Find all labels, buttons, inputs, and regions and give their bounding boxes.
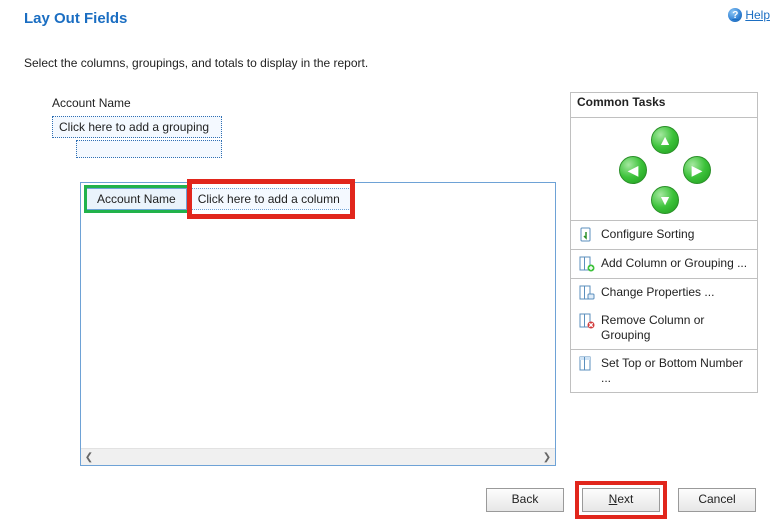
help-link[interactable]: ? Help [728, 8, 770, 22]
task-label: Remove Column or Grouping [601, 313, 749, 343]
add-subgrouping-placeholder[interactable] [76, 140, 222, 158]
common-tasks-panel: Common Tasks ▲ ◀ ▶ ▼ Configure Sorting [570, 92, 758, 393]
move-left-button[interactable]: ◀ [619, 156, 647, 184]
add-column-icon [579, 256, 595, 272]
arrow-left-icon: ◀ [628, 162, 639, 179]
scroll-left-icon[interactable]: ❮ [81, 449, 97, 465]
columns-layout-area[interactable]: Account Name Click here to add a column … [80, 182, 556, 466]
move-down-button[interactable]: ▼ [651, 186, 679, 214]
add-grouping-placeholder[interactable]: Click here to add a grouping [52, 116, 222, 138]
task-set-top-or-bottom-number[interactable]: Set Top or Bottom Number ... [571, 350, 757, 392]
add-column-placeholder[interactable]: Click here to add a column [187, 188, 351, 210]
task-configure-sorting[interactable]: Configure Sorting [571, 221, 757, 249]
move-up-button[interactable]: ▲ [651, 126, 679, 154]
sort-icon [579, 227, 595, 243]
help-label: Help [745, 8, 770, 22]
instruction-text: Select the columns, groupings, and total… [24, 56, 368, 70]
grouping-field-label: Account Name [52, 96, 131, 110]
top-bottom-icon [579, 356, 595, 372]
help-icon: ? [728, 8, 742, 22]
cancel-button[interactable]: Cancel [678, 488, 756, 512]
properties-icon [579, 285, 595, 301]
arrow-down-icon: ▼ [658, 192, 672, 208]
common-tasks-header: Common Tasks [571, 93, 757, 118]
task-add-column-or-grouping[interactable]: Add Column or Grouping ... [571, 250, 757, 278]
move-arrows-pad: ▲ ◀ ▶ ▼ [571, 118, 757, 221]
task-change-properties[interactable]: Change Properties ... [571, 279, 757, 307]
arrow-up-icon: ▲ [658, 132, 672, 148]
scroll-right-icon[interactable]: ❯ [539, 449, 555, 465]
horizontal-scrollbar[interactable]: ❮ ❯ [81, 448, 555, 465]
task-remove-column-or-grouping[interactable]: Remove Column or Grouping [571, 307, 757, 349]
task-label: Configure Sorting [601, 227, 749, 242]
wizard-footer: Back Next Cancel [486, 484, 756, 516]
column-account-name[interactable]: Account Name [86, 188, 187, 210]
task-label: Add Column or Grouping ... [601, 256, 749, 271]
task-label: Set Top or Bottom Number ... [601, 356, 749, 386]
page-title: Lay Out Fields [24, 10, 127, 27]
grouping-drop-area[interactable]: Click here to add a grouping [52, 116, 222, 162]
task-label: Change Properties ... [601, 285, 749, 300]
move-right-button[interactable]: ▶ [683, 156, 711, 184]
back-button[interactable]: Back [486, 488, 564, 512]
remove-column-icon [579, 313, 595, 329]
arrow-right-icon: ▶ [692, 162, 703, 179]
next-button[interactable]: Next [582, 488, 660, 512]
